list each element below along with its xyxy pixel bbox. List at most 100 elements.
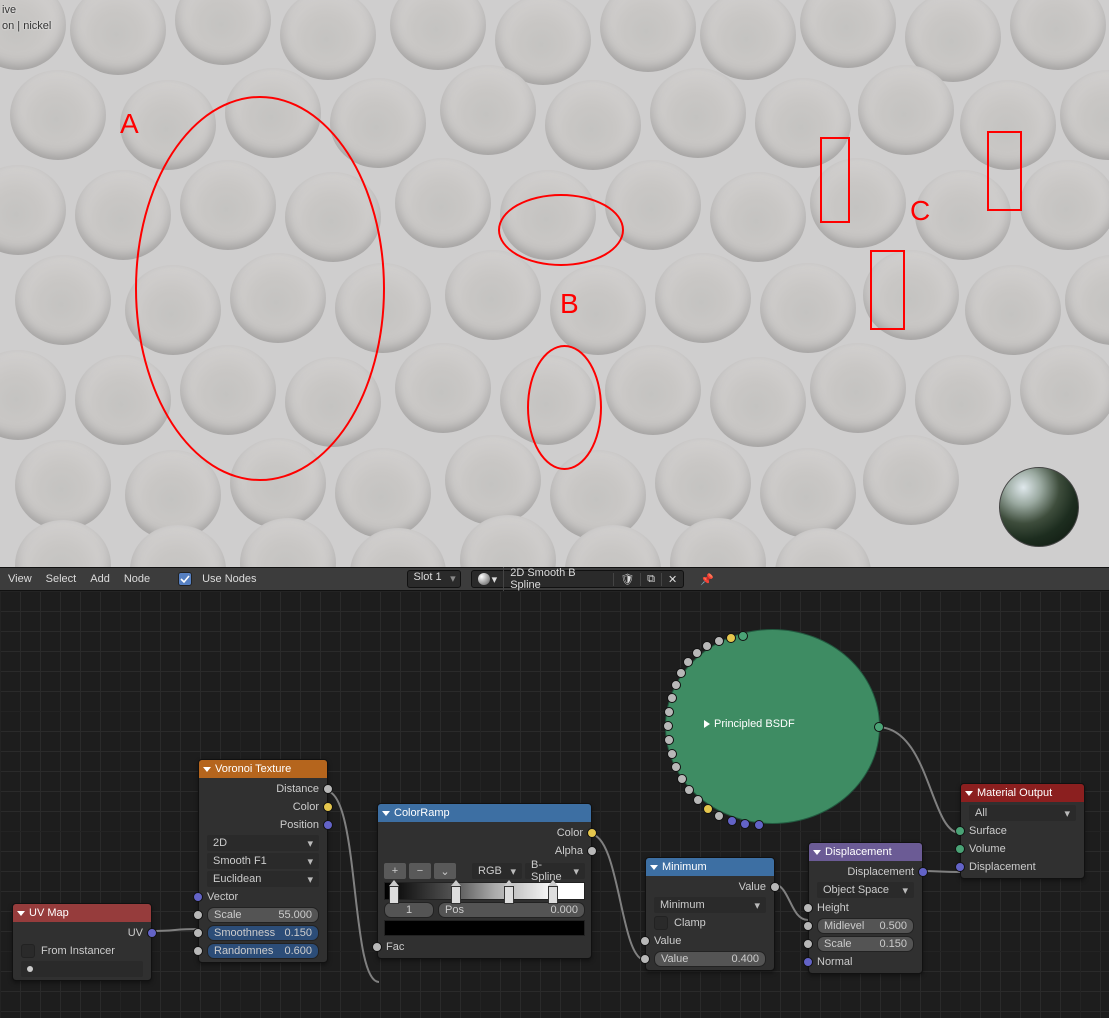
displacement-scale[interactable]: Scale0.150 [817, 936, 914, 952]
node-minimum[interactable]: Minimum Value Minimum Clamp Value Value0… [645, 857, 775, 971]
bsdf-input[interactable] [692, 648, 702, 658]
collapse-icon[interactable] [382, 811, 390, 816]
node-displacement[interactable]: Displacement Displacement Object Space H… [808, 842, 923, 974]
material-name[interactable]: 2D Smooth B Spline [503, 567, 613, 591]
bsdf-input[interactable] [714, 636, 724, 646]
dimple [545, 80, 641, 170]
bsdf-output[interactable] [874, 722, 884, 732]
bsdf-input[interactable] [754, 820, 764, 830]
expand-icon[interactable] [704, 720, 710, 728]
collapse-icon[interactable] [813, 850, 821, 855]
bsdf-input[interactable] [664, 707, 674, 717]
bsdf-input[interactable] [671, 680, 681, 690]
collapse-icon[interactable] [650, 865, 658, 870]
ramp-remove[interactable]: − [409, 863, 431, 879]
node-title: Material Output [977, 787, 1052, 799]
ramp-stop-0[interactable] [389, 880, 399, 904]
material-browse-icon[interactable]: ▾ [472, 573, 504, 586]
close-icon[interactable]: ✕ [661, 573, 683, 586]
material-selector[interactable]: ▾ 2D Smooth B Spline 🛡 ⧉ ✕ [471, 570, 685, 588]
node-minimum-header[interactable]: Minimum [646, 858, 774, 876]
menu-view[interactable]: View [6, 573, 34, 585]
menu-add[interactable]: Add [88, 573, 112, 585]
node-colorramp-header[interactable]: ColorRamp [378, 804, 591, 822]
bsdf-input[interactable] [727, 816, 737, 826]
ramp-stop-index[interactable]: 1 [384, 902, 434, 918]
voronoi-feature[interactable]: Smooth F1 [207, 853, 319, 869]
dimple [395, 158, 491, 248]
pin-icon[interactable]: 📌 [700, 573, 714, 586]
collapse-icon[interactable] [203, 767, 211, 772]
node-material-output-header[interactable]: Material Output [961, 784, 1084, 802]
overlay-line-2: on | nickel [2, 18, 51, 34]
bsdf-input[interactable] [677, 774, 687, 784]
ramp-interp[interactable]: B-Spline [525, 863, 585, 879]
bsdf-title[interactable]: Principled BSDF [704, 718, 795, 730]
hdri-preview-sphere [999, 467, 1079, 547]
node-principled-bsdf[interactable]: Principled BSDF [665, 629, 880, 824]
viewport-overlay-text: ive on | nickel [2, 2, 51, 34]
ramp-stop-3[interactable] [548, 880, 558, 904]
node-colorramp[interactable]: ColorRamp Color Alpha + − ⌄ RGB B-Spline [377, 803, 592, 959]
output-target[interactable]: All [969, 805, 1076, 821]
ramp-menu[interactable]: ⌄ [434, 863, 456, 879]
bsdf-input[interactable] [676, 668, 686, 678]
viewport-3d[interactable]: /* decorative dimples built below after … [0, 0, 1109, 567]
material-slot-select[interactable]: Slot 1 [407, 570, 461, 588]
bsdf-input[interactable] [664, 735, 674, 745]
menu-select[interactable]: Select [44, 573, 79, 585]
menu-node[interactable]: Node [122, 573, 152, 585]
node-displacement-header[interactable]: Displacement [809, 843, 922, 861]
uvmap-select[interactable] [21, 961, 143, 977]
displacement-space[interactable]: Object Space [817, 882, 914, 898]
voronoi-scale[interactable]: Scale55.000 [207, 907, 319, 923]
ramp-position[interactable]: Pos0.000 [438, 902, 585, 918]
voronoi-smoothness[interactable]: Smoothness0.150 [207, 925, 319, 941]
shield-icon[interactable]: 🛡 [613, 573, 640, 586]
voronoi-dimensions[interactable]: 2D [207, 835, 319, 851]
bsdf-input[interactable] [740, 819, 750, 829]
voronoi-randomness[interactable]: Randomnes0.600 [207, 943, 319, 959]
bsdf-input[interactable] [703, 804, 713, 814]
dimple [1020, 160, 1109, 250]
ramp-add[interactable]: + [384, 863, 406, 879]
dimple [15, 440, 111, 530]
duplicate-icon[interactable]: ⧉ [640, 573, 661, 586]
node-editor-canvas[interactable]: UV Map UV From Instancer Voronoi Texture… [0, 591, 1109, 1018]
bsdf-input[interactable] [684, 785, 694, 795]
collapse-icon[interactable] [965, 791, 973, 796]
bsdf-input[interactable] [693, 795, 703, 805]
bsdf-input[interactable] [667, 693, 677, 703]
ramp-stop-2[interactable] [504, 880, 514, 904]
node-title: Principled BSDF [714, 718, 795, 730]
bsdf-input[interactable] [702, 641, 712, 651]
input-value-1: Value [654, 935, 681, 947]
collapse-icon[interactable] [17, 911, 25, 916]
bsdf-input[interactable] [667, 749, 677, 759]
dimple [10, 70, 106, 160]
voronoi-metric[interactable]: Euclidean [207, 871, 319, 887]
bsdf-input[interactable] [738, 631, 748, 641]
ramp-color-swatch[interactable] [384, 920, 585, 936]
ramp-mode[interactable]: RGB [472, 863, 522, 879]
bsdf-input[interactable] [663, 721, 673, 731]
ramp-stop-1[interactable] [451, 880, 461, 904]
use-nodes-checkbox[interactable] [178, 572, 192, 586]
node-uvmap-header[interactable]: UV Map [13, 904, 151, 922]
input-vector: Vector [207, 891, 238, 903]
node-voronoi-header[interactable]: Voronoi Texture [199, 760, 327, 778]
bsdf-input[interactable] [683, 657, 693, 667]
node-material-output[interactable]: Material Output All Surface Volume Displ… [960, 783, 1085, 879]
clamp-checkbox[interactable] [654, 916, 668, 930]
node-voronoi[interactable]: Voronoi Texture Distance Color Position … [198, 759, 328, 963]
math-operation[interactable]: Minimum [654, 897, 766, 913]
input-value-2[interactable]: Value0.400 [654, 951, 766, 967]
ramp-gradient[interactable] [384, 882, 585, 900]
node-uvmap[interactable]: UV Map UV From Instancer [12, 903, 152, 981]
displacement-midlevel[interactable]: Midlevel0.500 [817, 918, 914, 934]
from-instancer-checkbox[interactable] [21, 944, 35, 958]
bsdf-input[interactable] [671, 762, 681, 772]
use-nodes-label: Use Nodes [202, 573, 256, 585]
bsdf-input[interactable] [714, 811, 724, 821]
bsdf-input[interactable] [726, 633, 736, 643]
